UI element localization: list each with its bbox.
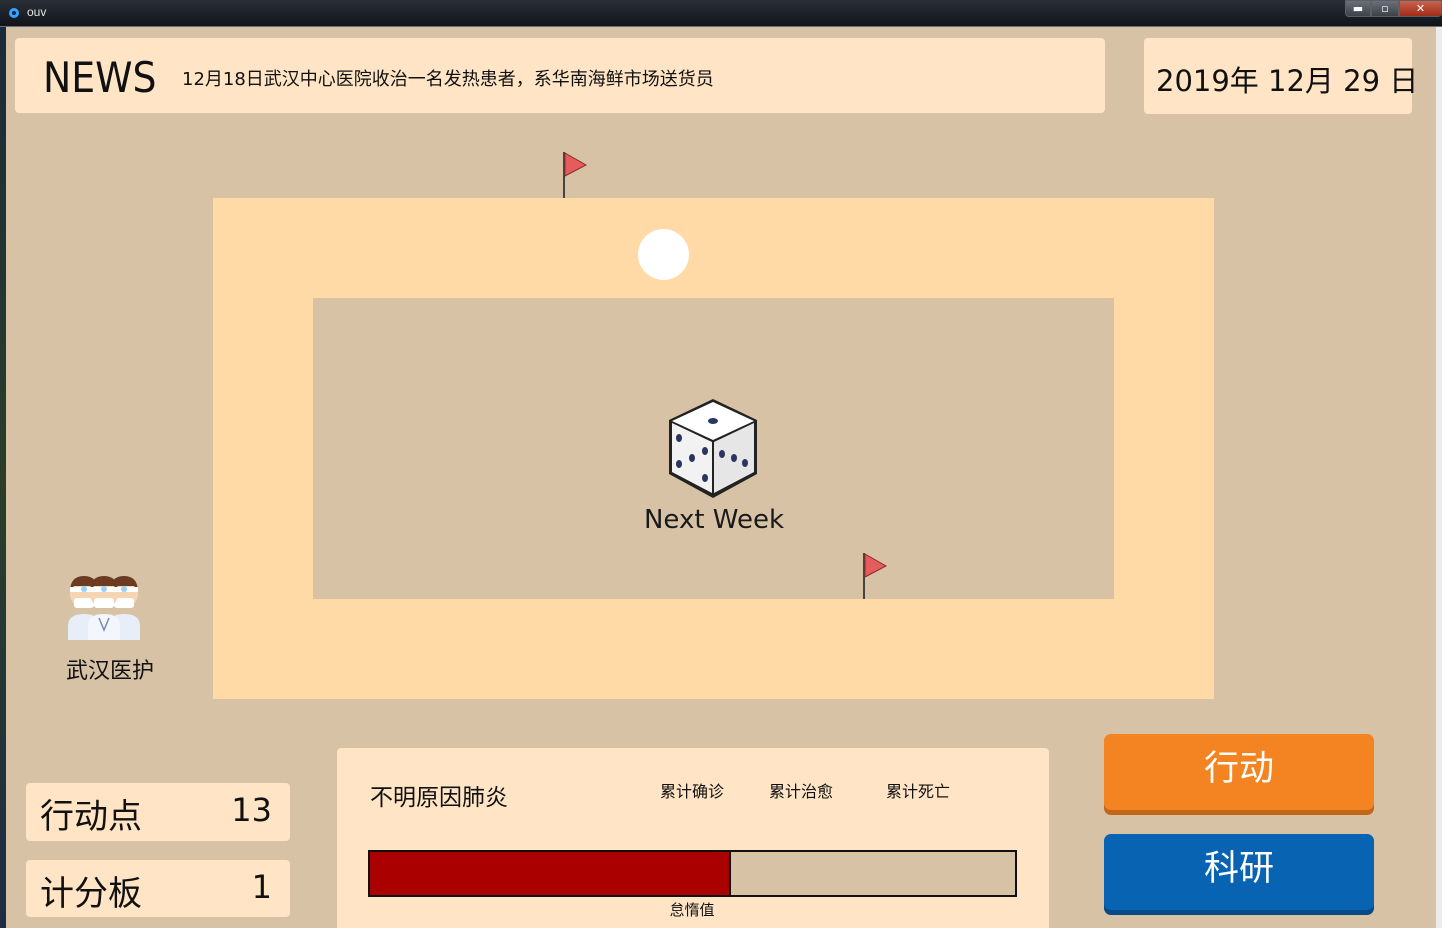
news-headline: 12月18日武汉中心医院收治一名发热患者，系华南海鲜市场送货员 [182, 69, 714, 90]
medical-staff-icon[interactable] [58, 570, 150, 642]
research-button[interactable]: 科研 [1104, 834, 1374, 910]
game-date: 2019年 12月 29 日 [1156, 64, 1419, 98]
player-token [638, 229, 689, 280]
window-frame-left [0, 27, 6, 928]
minimize-button[interactable]: ▬ [1345, 0, 1371, 17]
action-points-value: 13 [231, 791, 272, 829]
action-button[interactable]: 行动 [1104, 734, 1374, 810]
scoreboard-label: 计分板 [40, 874, 142, 914]
window-title-bar: ouv ▬ ▫ ✕ [0, 0, 1442, 27]
disease-panel: 不明原因肺炎 累计确诊 累计治愈 累计死亡 怠惰值 [337, 748, 1049, 928]
character-label: 武汉医护 [65, 659, 154, 684]
news-panel: NEWS 12月18日武汉中心医院收治一名发热患者，系华南海鲜市场送货员 [15, 38, 1105, 113]
idle-meter-fill [370, 852, 732, 895]
flag-icon [563, 152, 588, 198]
scoreboard-panel: 计分板 1 [26, 860, 290, 917]
close-button[interactable]: ✕ [1399, 0, 1442, 17]
news-label: NEWS [43, 53, 157, 102]
disease-name: 不明原因肺炎 [370, 785, 508, 811]
date-panel: 2019年 12月 29 日 [1144, 38, 1418, 114]
app-icon [9, 8, 19, 18]
cumulative-cured-header: 累计治愈 [769, 782, 834, 801]
scoreboard-value: 1 [251, 868, 272, 906]
action-points-panel: 行动点 13 [26, 783, 290, 841]
maximize-button[interactable]: ▫ [1371, 0, 1399, 17]
window-frame-right [1436, 27, 1442, 928]
cumulative-confirmed-header: 累计确诊 [660, 782, 725, 801]
flag-icon [863, 553, 888, 599]
dice-icon[interactable] [665, 396, 762, 502]
cumulative-deaths-header: 累计死亡 [886, 782, 951, 801]
window-title: ouv [27, 5, 47, 19]
action-points-label: 行动点 [40, 797, 142, 837]
idle-meter-label: 怠惰值 [669, 901, 715, 919]
idle-meter [368, 850, 1017, 897]
next-week-label[interactable]: Next Week [614, 505, 814, 535]
